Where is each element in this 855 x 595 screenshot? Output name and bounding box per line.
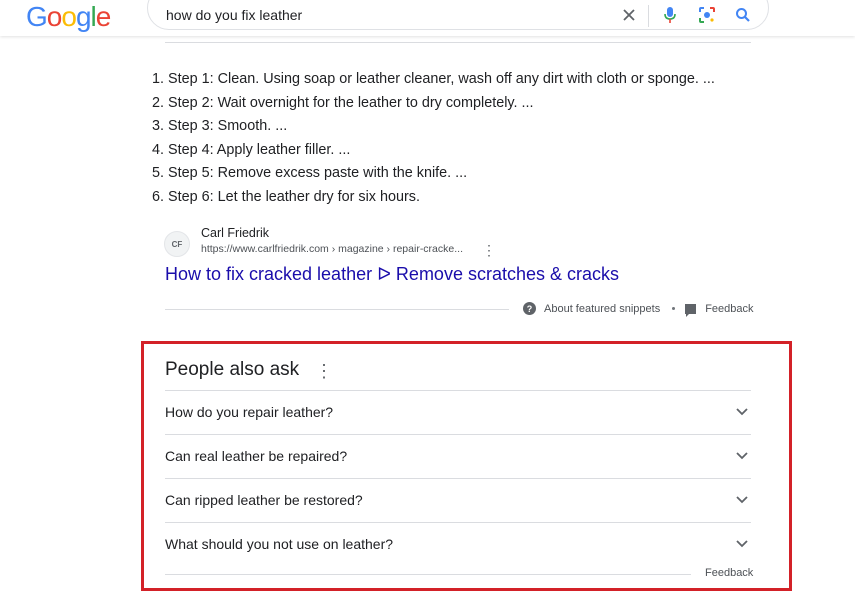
- snippet-steps-list: Step 1: Clean. Using soap or leather cle…: [150, 68, 715, 209]
- list-item: Step 4: Apply leather filler. ...: [168, 139, 715, 163]
- list-item: Step 5: Remove excess paste with the kni…: [168, 162, 715, 186]
- paa-more-icon[interactable]: ⋮: [315, 362, 333, 380]
- divider: [165, 309, 509, 310]
- paa-question-item[interactable]: Can real leather be repaired?: [165, 434, 751, 478]
- logo-letter: e: [95, 1, 112, 32]
- paa-question-item[interactable]: How do you repair leather?: [165, 390, 751, 434]
- site-name[interactable]: Carl Friedrik: [201, 226, 269, 240]
- more-options-icon[interactable]: ⋮: [482, 242, 496, 259]
- chevron-down-icon: [736, 496, 748, 504]
- list-item: Step 1: Clean. Using soap or leather cle…: [168, 68, 715, 92]
- dot-separator: [672, 307, 676, 310]
- paa-question: Can real leather be repaired?: [165, 448, 348, 464]
- help-icon: ?: [523, 302, 536, 315]
- paa-question: Can ripped leather be restored?: [165, 492, 363, 508]
- search-icon[interactable]: [733, 5, 753, 25]
- snippet-footer: ? About featured snippets Feedback: [165, 300, 754, 318]
- paa-question-item[interactable]: Can ripped leather be restored?: [165, 478, 751, 522]
- camera-lens-icon[interactable]: [697, 5, 717, 25]
- search-input[interactable]: [166, 5, 596, 25]
- divider: [165, 42, 751, 43]
- site-url[interactable]: https://www.carlfriedrik.com › magazine …: [201, 243, 463, 255]
- about-featured-snippets-link[interactable]: About featured snippets: [544, 303, 660, 315]
- logo-letter: g: [75, 1, 92, 32]
- paa-title: People also ask: [165, 359, 300, 380]
- paa-question: How do you repair leather?: [165, 404, 334, 420]
- site-favicon: CF: [164, 231, 190, 257]
- paa-question-item[interactable]: What should you not use on leather?: [165, 522, 751, 566]
- chevron-down-icon: [736, 408, 748, 416]
- chevron-down-icon: [736, 540, 748, 548]
- logo-letter: G: [26, 1, 48, 32]
- microphone-icon[interactable]: [660, 5, 680, 25]
- search-divider: [648, 5, 649, 27]
- divider: [165, 574, 691, 575]
- feedback-link[interactable]: Feedback: [705, 303, 753, 315]
- list-item: Step 3: Smooth. ...: [168, 115, 715, 139]
- list-item: Step 6: Let the leather dry for six hour…: [168, 186, 715, 210]
- logo-letter: o: [46, 1, 63, 32]
- result-title-link[interactable]: How to fix cracked leather ᐅ Remove scra…: [165, 264, 619, 285]
- list-item: Step 2: Wait overnight for the leather t…: [168, 92, 715, 116]
- google-logo[interactable]: Google: [26, 1, 112, 33]
- snippet-footer-links: ? About featured snippets Feedback: [523, 302, 754, 317]
- feedback-icon: [685, 303, 697, 317]
- paa-question: What should you not use on leather?: [165, 536, 394, 552]
- search-box: [147, 0, 769, 30]
- logo-letter: o: [61, 1, 77, 32]
- chevron-down-icon: [736, 452, 748, 460]
- paa-list: How do you repair leather? Can real leat…: [165, 390, 751, 566]
- paa-feedback-link[interactable]: Feedback: [705, 567, 753, 579]
- close-icon[interactable]: [619, 5, 639, 25]
- header: Google: [0, 0, 855, 36]
